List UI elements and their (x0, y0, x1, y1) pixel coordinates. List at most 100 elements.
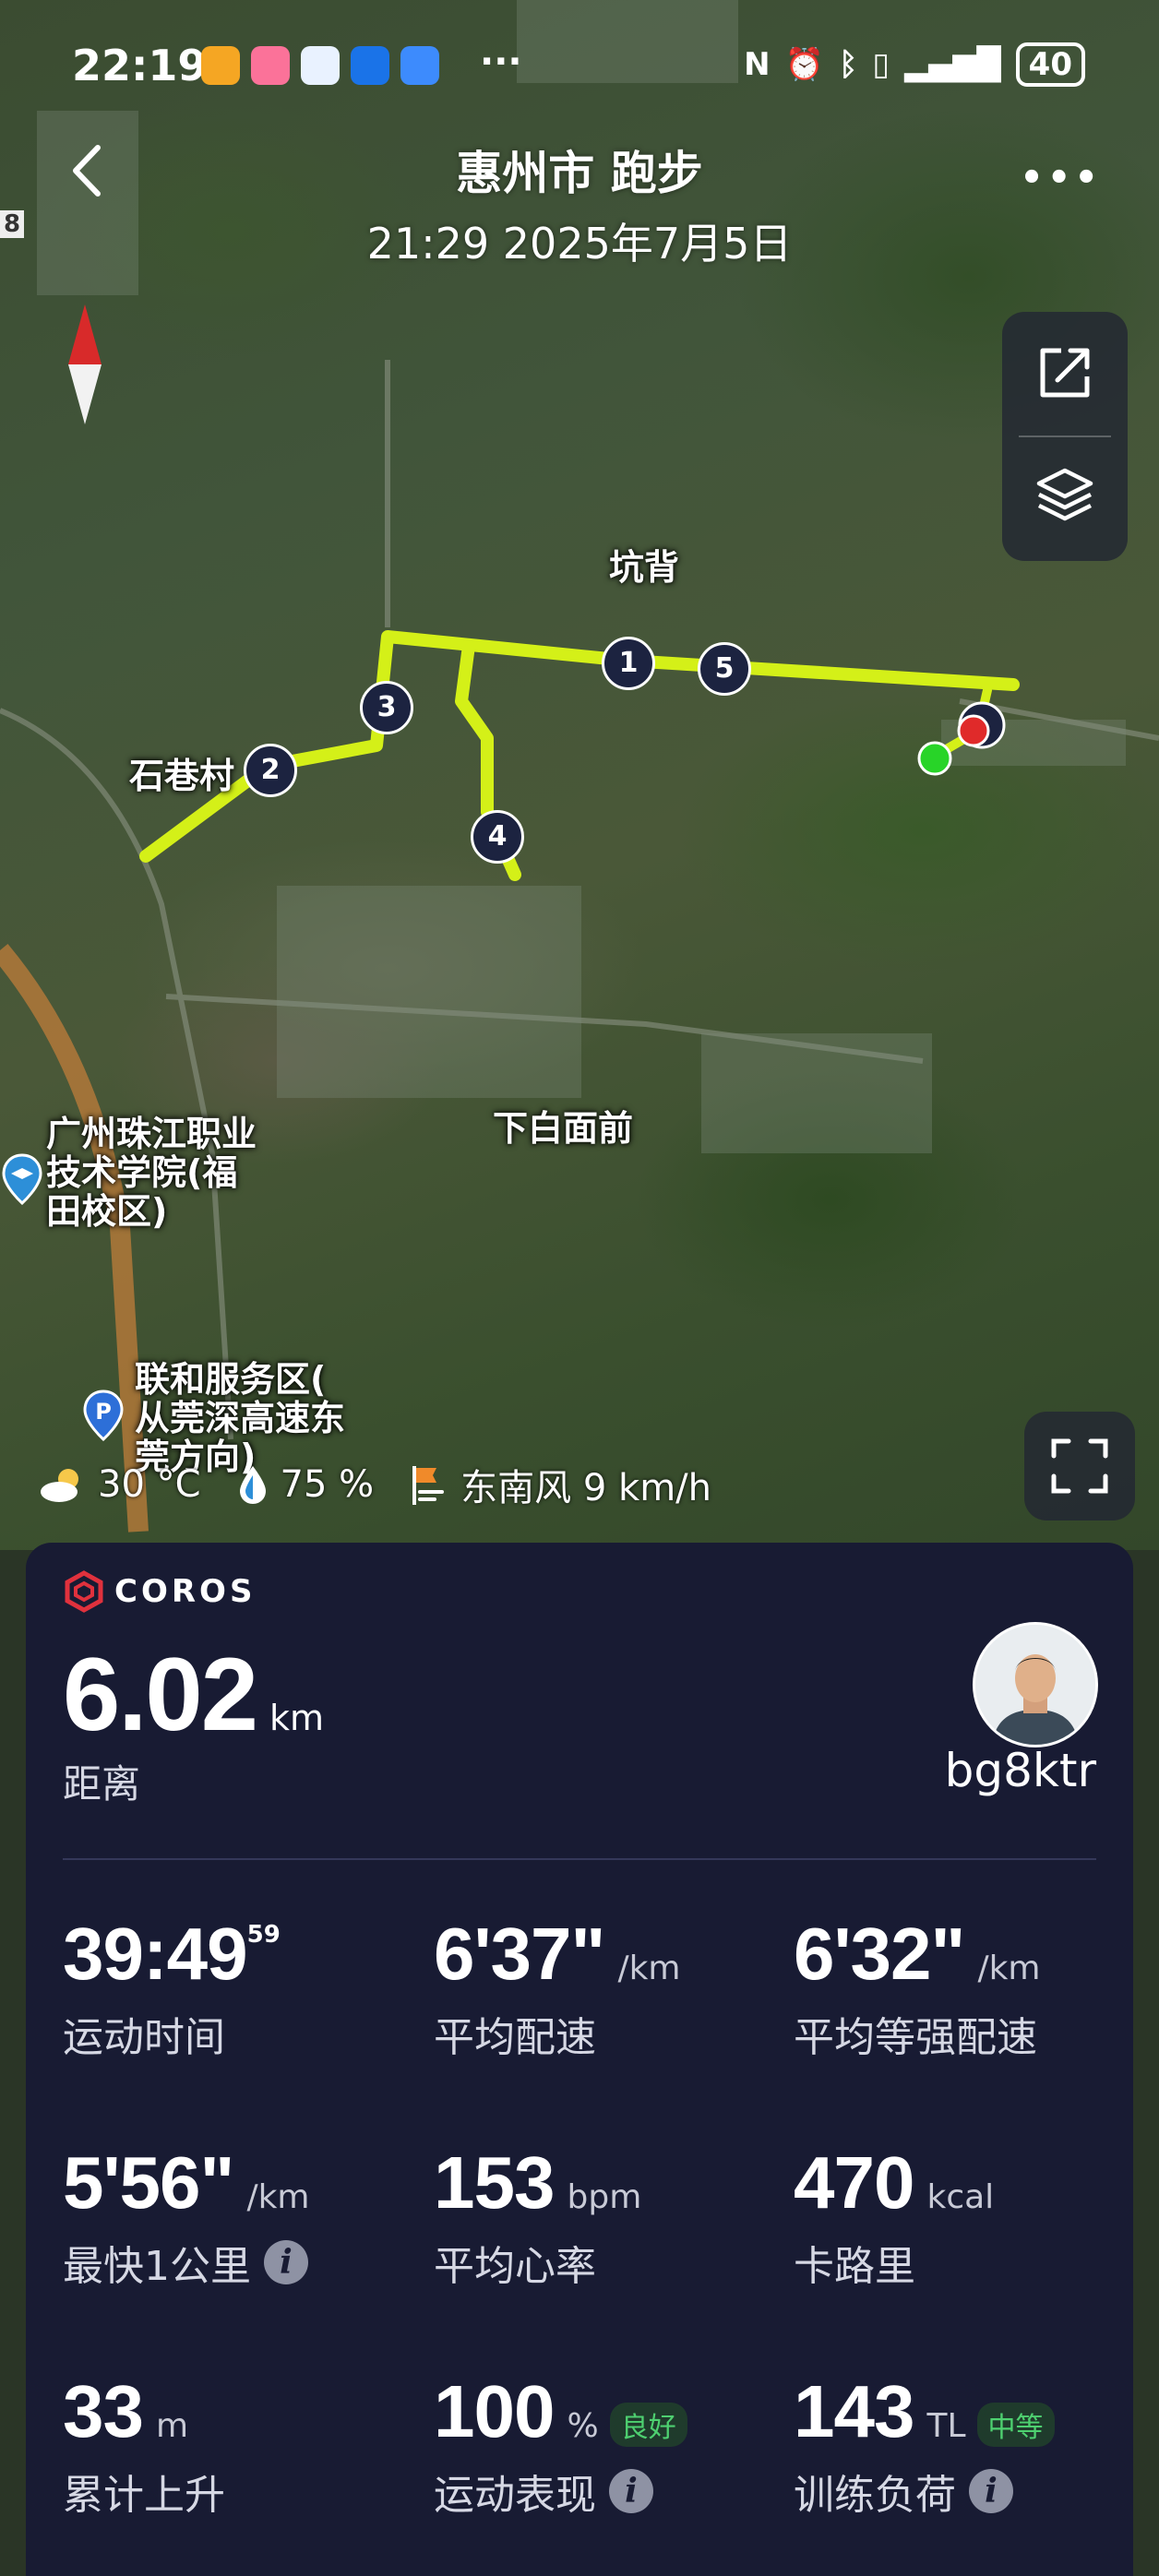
stat-unit: % (567, 2407, 599, 2445)
card-divider (63, 1858, 1096, 1860)
page-title: 惠州市 跑步 (456, 147, 703, 200)
stat-unit: TL (926, 2407, 966, 2445)
tools-divider (1019, 435, 1111, 437)
info-icon[interactable]: i (264, 2240, 308, 2284)
stat-label: 最快1公里 (63, 2243, 251, 2290)
lap-marker-5: 5 (698, 642, 751, 696)
stat-value: 6'32" (794, 1913, 965, 1995)
status-bar: 22:19 ··· N ⏰ ᛒ ▯ ▂▄▆█ 40 (0, 0, 1159, 138)
alarm-icon: ⏰ (784, 46, 824, 83)
wind: 东南风 9 km/h (460, 1467, 712, 1509)
status-badge: 良好 (609, 2403, 687, 2447)
fullscreen-button[interactable] (1024, 1412, 1135, 1521)
stat-label: 训练负荷 (794, 2472, 956, 2519)
coros-logo-icon (65, 1570, 103, 1613)
start-point (917, 741, 952, 776)
stat-value: 143 (794, 2370, 914, 2452)
more-options-button[interactable]: ••• (1020, 157, 1102, 199)
stat-value: 5'56" (63, 2141, 234, 2224)
fullscreen-icon (1051, 1438, 1108, 1494)
temperature: 30 °C (98, 1463, 201, 1506)
stat-grade-adjusted-pace: 6'32" /km 平均等强配速 (794, 1912, 1040, 2063)
partly-cloudy-icon (41, 1469, 78, 1502)
stat-label: 平均心率 (434, 2243, 596, 2290)
stat-unit: bpm (567, 2178, 642, 2216)
stat-unit: m (155, 2407, 189, 2445)
avatar[interactable] (973, 1622, 1098, 1747)
stat-duration: 39:49 59 运动时间 (63, 1912, 281, 2063)
bluetooth-icon: ᛒ (838, 46, 858, 83)
place-label-shixiangcun: 石巷村 (129, 756, 235, 796)
map-layers-icon[interactable] (1034, 463, 1096, 526)
distance-number: 6.02 (63, 1637, 258, 1752)
school-pin-icon (2, 1153, 42, 1205)
stat-value: 100 (434, 2370, 555, 2452)
stat-label: 平均配速 (434, 2014, 596, 2061)
stat-avg-heart-rate: 153 bpm 平均心率 (434, 2141, 641, 2292)
status-badge: 中等 (976, 2403, 1055, 2447)
distance-value: 6.02 km (63, 1635, 324, 1754)
stat-value-sup: 59 (246, 1921, 281, 1949)
stat-performance: 100% 良好 运动表现 i (434, 2369, 687, 2521)
map-tools-panel (1002, 312, 1128, 561)
end-point (957, 714, 990, 747)
weather-strip: 30 °C 75 % 东南风 9 km/h (37, 1458, 745, 1511)
chat-app-icon (301, 46, 340, 85)
share-icon[interactable] (1034, 341, 1096, 404)
stat-value: 39:49 (63, 1913, 248, 1995)
app-notification-icon (201, 46, 240, 85)
place-label-xiabaimianqian: 下白面前 (493, 1108, 634, 1149)
stat-elevation-gain: 33 m 累计上升 (63, 2369, 225, 2521)
stat-unit: /km (246, 2178, 310, 2216)
humidity: 75 % (280, 1463, 375, 1506)
stat-label: 运动时间 (63, 2014, 225, 2061)
activity-summary-card: COROS 6.02 km 距离 bg8ktr 39:49 59 运动时间 6'3… (26, 1543, 1133, 2576)
lap-marker-3: 3 (360, 681, 413, 734)
distance-unit: km (269, 1698, 325, 1738)
status-time: 22:19 (72, 41, 208, 90)
lap-marker-1: 1 (602, 637, 655, 690)
clock-app-icon (400, 46, 439, 85)
username: bg8ktr (944, 1744, 1096, 1797)
stat-value: 470 (794, 2141, 914, 2224)
brand-name: COROS (114, 1573, 257, 1610)
user-avatar-icon (975, 1625, 1095, 1745)
stat-label: 平均等强配速 (794, 2014, 1037, 2061)
stat-unit: kcal (926, 2178, 995, 2216)
bilibili-icon (251, 46, 290, 85)
system-status-icons: N ⏰ ᛒ ▯ ▂▄▆█ 40 (744, 42, 1085, 87)
more-notifications-indicator: ··· (480, 41, 522, 83)
distance-label: 距离 (63, 1761, 141, 1807)
svg-text:P: P (95, 1399, 112, 1425)
vibrate-icon: ▯ (872, 46, 890, 83)
place-label-kengbei: 坑背 (609, 547, 680, 588)
stat-label: 累计上升 (63, 2472, 225, 2519)
signal-icon: ▂▄▆█ (904, 46, 1001, 83)
browser-app-icon (351, 46, 389, 85)
stat-unit: /km (617, 1950, 681, 1987)
wind-icon (412, 1466, 445, 1505)
nfc-icon: N (744, 46, 771, 83)
compass-icon[interactable] (65, 304, 105, 424)
stat-value: 153 (434, 2141, 555, 2224)
lap-marker-4: 4 (471, 810, 524, 864)
coros-brand: COROS (63, 1570, 256, 1613)
stat-training-load: 143 TL 中等 训练负荷 i (794, 2369, 1055, 2521)
stat-value: 33 (63, 2370, 144, 2452)
battery-icon: 40 (1015, 42, 1085, 87)
stat-label: 运动表现 (434, 2472, 596, 2519)
lap-marker-2: 2 (244, 744, 297, 797)
stat-fastest-km: 5'56" /km 最快1公里 i (63, 2141, 309, 2292)
notification-icons (201, 46, 439, 85)
stat-unit: /km (977, 1950, 1041, 1987)
stat-calories: 470 kcal 卡路里 (794, 2141, 994, 2292)
parking-pin-icon: P (83, 1389, 124, 1441)
info-icon[interactable]: i (969, 2469, 1013, 2513)
info-icon[interactable]: i (609, 2469, 653, 2513)
activity-datetime: 21:29 2025年7月5日 (366, 219, 793, 268)
stat-avg-pace: 6'37" /km 平均配速 (434, 1912, 680, 2063)
humidity-icon (239, 1466, 266, 1504)
stat-label: 卡路里 (794, 2243, 915, 2290)
place-label-college: 广州珠江职业 技术学院(福 田校区) (46, 1114, 257, 1232)
stat-value: 6'37" (434, 1913, 605, 1995)
